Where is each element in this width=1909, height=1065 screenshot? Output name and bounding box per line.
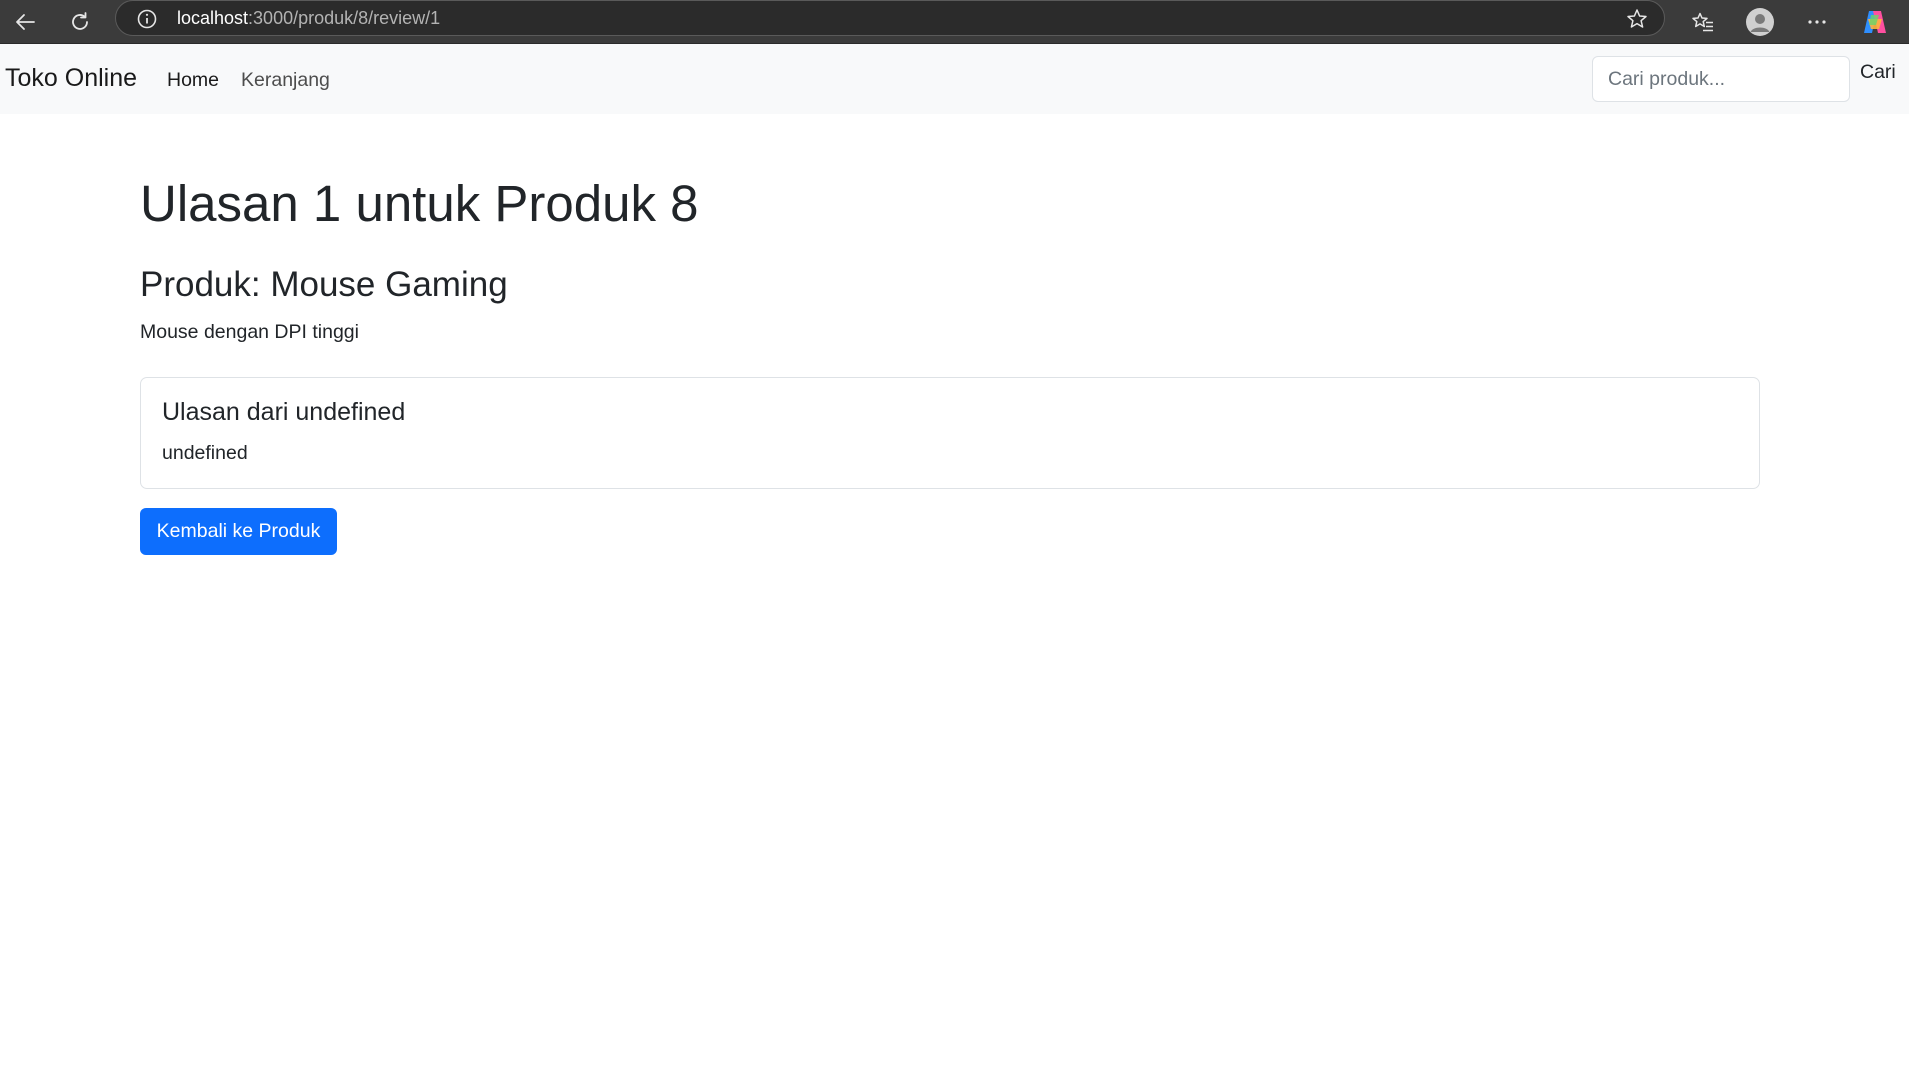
copilot-icon[interactable] [1853, 0, 1897, 43]
address-bar[interactable]: localhost:3000/produk/8/review/1 [115, 0, 1665, 36]
product-description: Mouse dengan DPI tinggi [140, 321, 359, 343]
search-button[interactable]: Cari [1860, 60, 1896, 84]
url-text[interactable]: localhost:3000/produk/8/review/1 [177, 8, 440, 28]
reload-icon[interactable] [58, 0, 102, 43]
product-title: Produk: Mouse Gaming [140, 265, 508, 304]
review-title: Ulasan dari undefined [162, 398, 406, 426]
favorites-icon[interactable] [1681, 0, 1725, 43]
page-title: Ulasan 1 untuk Produk 8 [140, 175, 699, 232]
url-path: :3000/produk/8/review/1 [248, 8, 441, 28]
site-navbar: Toko Online Home Keranjang Cari [0, 44, 1909, 114]
nav-link-home[interactable]: Home [167, 68, 219, 92]
back-to-product-button[interactable]: Kembali ke Produk [140, 508, 337, 555]
profile-avatar-icon[interactable] [1738, 0, 1782, 43]
bookmark-star-icon[interactable] [1625, 7, 1649, 31]
review-card: Ulasan dari undefined undefined [140, 377, 1760, 489]
nav-link-keranjang[interactable]: Keranjang [241, 68, 330, 92]
browser-toolbar: localhost:3000/produk/8/review/1 [0, 0, 1909, 44]
url-host: localhost [177, 8, 249, 28]
site-info-icon[interactable] [136, 8, 158, 30]
review-text: undefined [162, 442, 248, 464]
more-menu-icon[interactable] [1795, 0, 1839, 43]
back-arrow-icon[interactable] [3, 0, 47, 43]
search-input[interactable] [1592, 56, 1850, 102]
navbar-brand[interactable]: Toko Online [5, 63, 137, 93]
